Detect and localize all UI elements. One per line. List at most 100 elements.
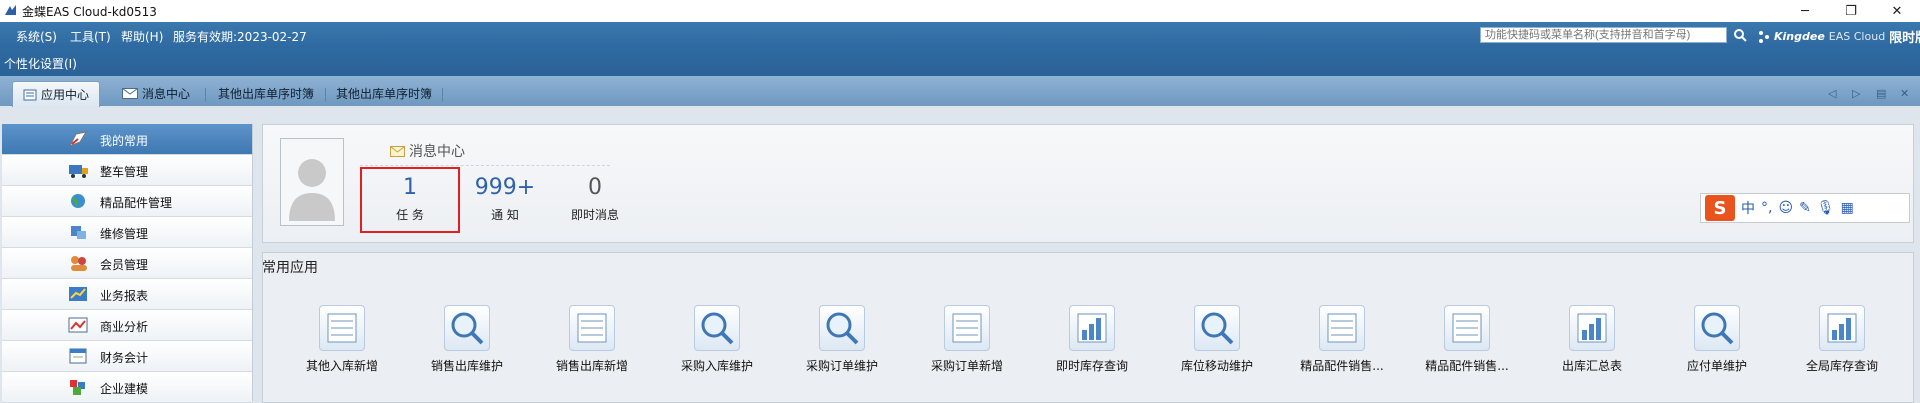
- sidebar-item-favorites[interactable]: 我的常用: [2, 124, 252, 155]
- tab-next-icon[interactable]: ▷: [1852, 87, 1860, 100]
- user-silhouette-icon: [289, 159, 335, 221]
- tab-label: 其他出库单序时簿: [218, 87, 315, 101]
- form-icon: [1444, 305, 1490, 351]
- app-sales-outbound-new[interactable]: 销售出库新增: [532, 305, 652, 385]
- sidebar-item-label: 商业分析: [100, 320, 149, 334]
- members-icon: [71, 256, 87, 271]
- tab-separator: [442, 88, 443, 102]
- app-logo-icon: [5, 5, 16, 15]
- menu-help[interactable]: 帮助(H): [121, 28, 163, 45]
- tab-app-center[interactable]: 应用中心: [12, 81, 101, 107]
- personalize-settings-link[interactable]: 个性化设置(I): [4, 55, 77, 72]
- app-sales-outbound-maintain[interactable]: 销售出库维护: [407, 305, 527, 385]
- menu-tools[interactable]: 工具(T): [70, 28, 111, 45]
- bar-chart-icon: [1819, 305, 1865, 351]
- sidebar-item-reports[interactable]: 业务报表: [2, 279, 252, 310]
- message-center-header[interactable]: 消息中心: [390, 141, 465, 161]
- tab-close-icon[interactable]: ✕: [1900, 87, 1909, 100]
- common-apps-title: 常用应用: [262, 260, 318, 276]
- sidebar-item-label: 我的常用: [100, 134, 149, 148]
- pen-icon[interactable]: ✎: [1799, 200, 1811, 216]
- sidebar-item-members[interactable]: 会员管理: [2, 248, 252, 279]
- app-purchase-order-maintain[interactable]: 采购订单维护: [782, 305, 902, 385]
- ime-toolbar: S 中 °, ☺ ✎ 🎙 ▦: [1700, 193, 1910, 223]
- personalize-bar: 个性化设置(I): [0, 48, 1920, 76]
- app-outbound-summary[interactable]: 出库汇总表: [1532, 305, 1652, 385]
- sidebar-item-label: 企业建模: [100, 382, 149, 396]
- envelope-icon: [122, 88, 138, 99]
- app-global-inventory-query[interactable]: 全局库存查询: [1782, 305, 1902, 385]
- tab-other-outbound-1[interactable]: 其他出库单序时簿: [218, 81, 314, 106]
- ime-punctuation[interactable]: °,: [1761, 200, 1772, 216]
- window-titlebar: 金蝶EAS Cloud-kd0513 ─ ❐ ✕: [0, 0, 1920, 22]
- stat-notices[interactable]: 999+ 通 知: [460, 175, 550, 223]
- app-label: 应付单维护: [1686, 359, 1747, 373]
- sidebar-item-label: 会员管理: [100, 258, 149, 272]
- bar-chart-icon: [1569, 305, 1615, 351]
- form-icon: [944, 305, 990, 351]
- sidebar-item-repair[interactable]: 维修管理: [2, 217, 252, 248]
- stat-label: 通 知: [491, 208, 519, 222]
- menu-system[interactable]: 系统(S): [16, 28, 57, 45]
- window-title: 金蝶EAS Cloud-kd0513: [22, 5, 157, 19]
- app-instant-inventory-query[interactable]: 即时库存查询: [1032, 305, 1152, 385]
- minimize-button[interactable]: ─: [1782, 0, 1828, 22]
- app-label: 全局库存查询: [1805, 359, 1878, 373]
- sidebar-item-accounting[interactable]: 财务会计: [2, 341, 252, 372]
- sidebar-item-label: 整车管理: [100, 165, 149, 179]
- app-label: 销售出库维护: [430, 359, 503, 373]
- globe-icon: [71, 194, 85, 208]
- message-divider: [360, 165, 610, 166]
- magnifier-icon: [1694, 305, 1740, 351]
- app-purchase-inbound-maintain[interactable]: 采购入库维护: [657, 305, 777, 385]
- stat-instant-messages[interactable]: 0 即时消息: [550, 175, 640, 223]
- grid-icon[interactable]: ▦: [1841, 200, 1854, 216]
- app-label: 其他入库新增: [305, 359, 378, 373]
- sidebar-item-label: 财务会计: [100, 351, 149, 365]
- app-parts-sales-2[interactable]: 精品配件销售...: [1407, 305, 1527, 385]
- sidebar-item-vehicle[interactable]: 整车管理: [2, 155, 252, 186]
- avatar[interactable]: [280, 138, 344, 226]
- stat-value: 999+: [474, 175, 536, 200]
- report-icon: [69, 287, 87, 301]
- sidebar-item-parts[interactable]: 精品配件管理: [2, 186, 252, 217]
- tab-list-icon[interactable]: ▤: [1876, 87, 1886, 100]
- microphone-icon[interactable]: 🎙: [1817, 200, 1835, 216]
- analysis-icon: [68, 317, 88, 333]
- tab-other-outbound-2[interactable]: 其他出库单序时簿: [336, 81, 432, 106]
- app-purchase-order-new[interactable]: 采购订单新增: [907, 305, 1027, 385]
- repair-icon: [71, 226, 86, 239]
- function-search-input[interactable]: [1480, 27, 1727, 43]
- tab-message-center[interactable]: 消息中心: [122, 81, 190, 106]
- accounting-icon: [69, 348, 87, 364]
- brand-product: EAS Cloud: [1828, 30, 1886, 43]
- tab-prev-icon[interactable]: ◁: [1828, 87, 1836, 100]
- tab-label: 其他出库单序时簿: [336, 87, 433, 101]
- form-icon: [569, 305, 615, 351]
- truck-icon: [69, 165, 88, 178]
- app-label: 库位移动维护: [1180, 359, 1253, 373]
- window-controls: ─ ❐ ✕: [1782, 0, 1920, 22]
- restore-button[interactable]: ❐: [1828, 0, 1874, 22]
- search-icon[interactable]: [1733, 28, 1747, 42]
- app-payable-maintain[interactable]: 应付单维护: [1657, 305, 1777, 385]
- app-label: 即时库存查询: [1055, 359, 1128, 373]
- sogou-logo-icon[interactable]: S: [1705, 195, 1735, 221]
- app-center-icon: [23, 89, 37, 100]
- close-button[interactable]: ✕: [1874, 0, 1920, 22]
- app-label: 销售出库新增: [555, 359, 628, 373]
- app-parts-sales-1[interactable]: 精品配件销售...: [1282, 305, 1402, 385]
- sidebar-item-analysis[interactable]: 商业分析: [2, 310, 252, 341]
- emoji-icon[interactable]: ☺: [1778, 200, 1793, 216]
- bar-chart-icon: [1069, 305, 1115, 351]
- sidebar-item-modeling[interactable]: 企业建模: [2, 372, 252, 403]
- app-other-inbound-new[interactable]: 其他入库新增: [282, 305, 402, 385]
- brand-logo: Kingdee EAS Cloud 限时版: [1758, 27, 1920, 46]
- app-label: 精品配件销售...: [1425, 359, 1509, 373]
- app-location-move-maintain[interactable]: 库位移动维护: [1157, 305, 1277, 385]
- ime-mode[interactable]: 中: [1741, 198, 1755, 218]
- tab-bar: 应用中心 消息中心 其他出库单序时簿 其他出库单序时簿 ◁ ▷ ▤ ✕: [0, 76, 1920, 107]
- kingdee-logo-icon: [1759, 30, 1769, 43]
- app-label: 精品配件销售...: [1300, 359, 1384, 373]
- app-label: 采购订单维护: [805, 359, 878, 373]
